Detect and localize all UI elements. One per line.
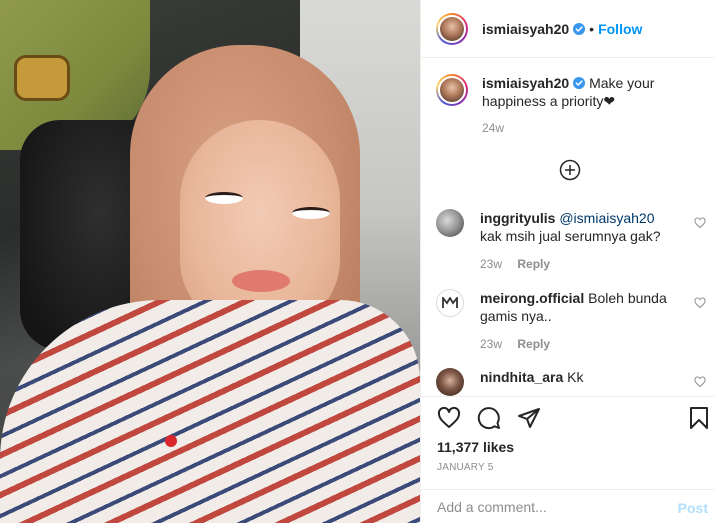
comment-item: nindhita_ara Kk — [436, 368, 706, 396]
commenter-avatar[interactable] — [436, 368, 464, 396]
caption-author-avatar[interactable] — [436, 74, 468, 106]
heart-icon[interactable] — [437, 406, 461, 430]
comment-like-heart-icon[interactable] — [694, 376, 706, 388]
comment-item: inggrityulis @ismiaisyah20 kak msih jual… — [436, 209, 706, 273]
caption-author-username[interactable]: ismiaisyah20 — [482, 75, 569, 91]
photo-lips — [232, 270, 290, 292]
comment-meta: 23w Reply — [480, 335, 680, 353]
comment-text: kak msih jual serumnya gak? — [480, 228, 661, 244]
commenter-username[interactable]: nindhita_ara — [480, 369, 563, 385]
comment-time[interactable]: 23w — [480, 257, 502, 271]
photo-shirt — [0, 300, 420, 523]
comment-body: nindhita_ara Kk — [480, 368, 680, 396]
post-date[interactable]: JANUARY 5 — [437, 462, 493, 473]
commenter-avatar[interactable] — [436, 289, 464, 317]
comment-like-heart-icon[interactable] — [694, 297, 706, 309]
photo-eye-right — [292, 207, 330, 219]
reply-button[interactable]: Reply — [517, 257, 550, 271]
comment-text: Kk — [567, 369, 584, 385]
comment-mention-link[interactable]: @ismiaisyah20 — [559, 210, 654, 226]
author-username[interactable]: ismiaisyah20 — [482, 21, 569, 37]
add-comment-input[interactable] — [437, 498, 657, 515]
follow-button[interactable]: Follow — [598, 21, 642, 37]
plus-circle-icon[interactable] — [559, 159, 581, 181]
action-icons — [437, 406, 557, 430]
photo-eye-left — [205, 192, 243, 204]
comment-body: meirong.official Boleh bunda gamis nya..… — [480, 289, 680, 353]
commenter-username[interactable]: meirong.official — [480, 290, 584, 306]
post-comment-button[interactable]: Post — [678, 500, 708, 516]
comment-meta: 23w Reply — [480, 255, 680, 273]
post-actions: 11,377 likes JANUARY 5 — [421, 396, 715, 473]
photo-shirt-button — [165, 435, 177, 447]
verified-badge-icon — [573, 77, 586, 89]
verified-badge-icon — [573, 22, 586, 35]
brand-logo-icon — [442, 297, 458, 308]
instagram-post-view: ismiaisyah20 • Follow ismiaisyah20 Make … — [0, 0, 715, 523]
caption-time[interactable]: 24w — [482, 119, 687, 137]
comment-like-heart-icon[interactable] — [694, 217, 706, 229]
post-caption: ismiaisyah20 Make your happiness a prior… — [436, 74, 706, 137]
post-photo[interactable] — [0, 0, 420, 523]
bookmark-icon[interactable] — [687, 406, 711, 430]
photo-face — [180, 120, 340, 330]
comment-time[interactable]: 23w — [480, 337, 502, 351]
share-icon[interactable] — [517, 406, 541, 430]
commenter-username[interactable]: inggrityulis — [480, 210, 555, 226]
comments-scroll-area[interactable]: ismiaisyah20 Make your happiness a prior… — [421, 59, 715, 396]
author-avatar[interactable] — [436, 12, 468, 45]
photo-badge — [14, 55, 70, 101]
post-header: ismiaisyah20 • Follow — [421, 0, 715, 58]
likes-count[interactable]: 11,377 likes — [437, 439, 514, 455]
separator-dot: • — [589, 20, 595, 37]
comment-icon[interactable] — [477, 406, 501, 430]
post-side-panel: ismiaisyah20 • Follow ismiaisyah20 Make … — [420, 0, 715, 523]
header-meta: ismiaisyah20 • Follow — [482, 21, 642, 37]
caption-body: ismiaisyah20 Make your happiness a prior… — [482, 74, 687, 137]
comment-item: meirong.official Boleh bunda gamis nya..… — [436, 289, 706, 353]
reply-button[interactable]: Reply — [517, 337, 550, 351]
comment-body: inggrityulis @ismiaisyah20 kak msih jual… — [480, 209, 680, 273]
commenter-avatar[interactable] — [436, 209, 464, 237]
add-comment-bar: Post — [421, 489, 715, 523]
